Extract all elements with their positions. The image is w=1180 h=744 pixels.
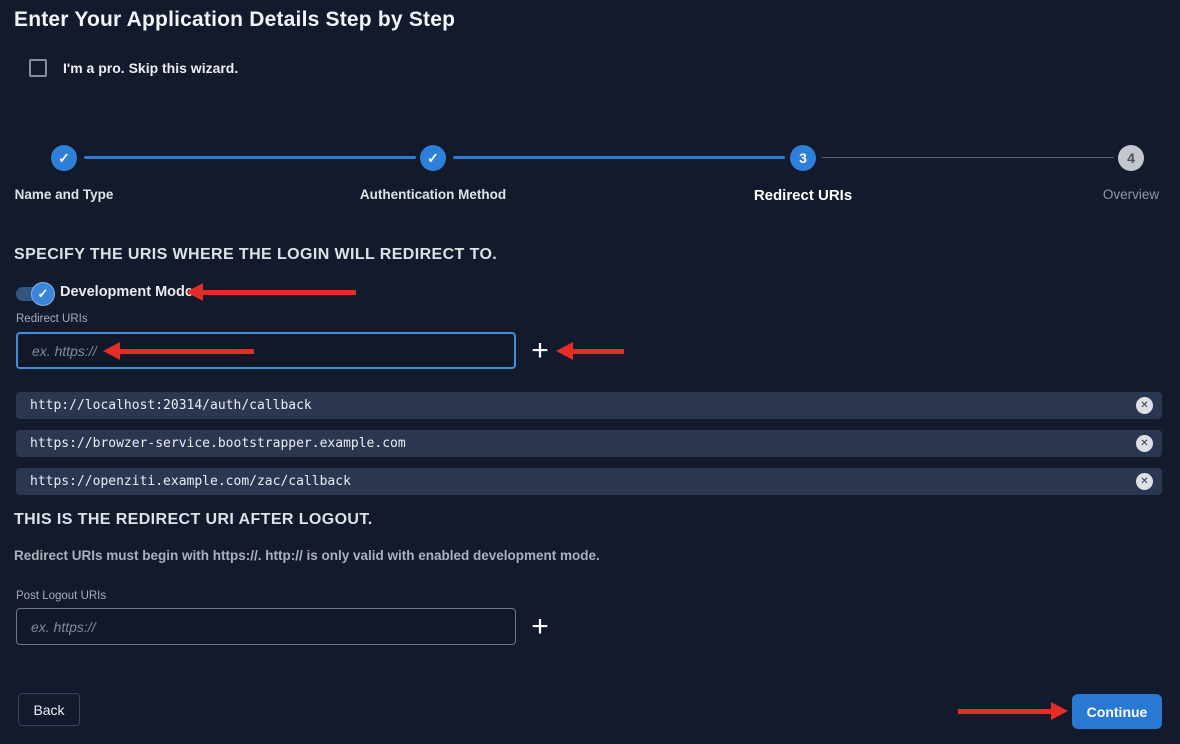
redirect-uris-field-label: Redirect URIs: [16, 313, 88, 325]
application-wizard-page: Enter Your Application Details Step by S…: [0, 0, 1180, 744]
stepper-line-1: [84, 156, 416, 159]
post-logout-uri-input[interactable]: [16, 608, 516, 645]
redirect-uri-chip: https://openziti.example.com/zac/callbac…: [16, 468, 1162, 495]
add-redirect-uri-button[interactable]: +: [527, 336, 553, 366]
logout-section-heading: THIS IS THE REDIRECT URI AFTER LOGOUT.: [14, 511, 373, 529]
redirect-section-heading: SPECIFY THE URIS WHERE THE LOGIN WILL RE…: [14, 246, 497, 264]
close-icon[interactable]: ✕: [1136, 435, 1153, 452]
add-post-logout-uri-button[interactable]: +: [527, 612, 553, 642]
step-3-number: 3: [799, 150, 807, 166]
redirect-uri-chip: https://browzer-service.bootstrapper.exa…: [16, 430, 1162, 457]
step-1-circle: ✓: [51, 145, 77, 171]
redirect-uri-input[interactable]: [16, 332, 516, 369]
plus-icon: +: [531, 334, 549, 367]
step-4-number: 4: [1127, 150, 1135, 166]
continue-button[interactable]: Continue: [1072, 694, 1162, 729]
back-button[interactable]: Back: [18, 693, 80, 726]
annotation-arrow-continue: [958, 702, 1068, 720]
development-mode-toggle[interactable]: ✓: [14, 282, 62, 306]
skip-wizard-label: I'm a pro. Skip this wizard.: [63, 60, 238, 76]
check-icon: ✓: [58, 150, 70, 167]
annotation-arrow-add-button: [556, 342, 624, 360]
close-icon[interactable]: ✕: [1136, 397, 1153, 414]
close-icon[interactable]: ✕: [1136, 473, 1153, 490]
step-2-label: Authentication Method: [360, 187, 506, 202]
redirect-uri-text: http://localhost:20314/auth/callback: [30, 398, 312, 413]
toggle-thumb: ✓: [31, 282, 55, 306]
step-3-label: Redirect URIs: [754, 187, 852, 204]
redirect-uri-hint: Redirect URIs must begin with https://. …: [14, 548, 600, 563]
step-3-circle: 3: [790, 145, 816, 171]
plus-icon: +: [531, 610, 549, 643]
redirect-uri-chip: http://localhost:20314/auth/callback ✕: [16, 392, 1162, 419]
check-icon: ✓: [38, 286, 49, 302]
annotation-arrow-dev-mode: [186, 283, 356, 301]
skip-wizard-row: I'm a pro. Skip this wizard.: [29, 59, 238, 77]
skip-wizard-checkbox[interactable]: [29, 59, 47, 77]
development-mode-label: Development Mode: [60, 284, 193, 300]
post-logout-field-label: Post Logout URIs: [16, 590, 106, 602]
page-title: Enter Your Application Details Step by S…: [14, 8, 455, 32]
step-4-circle: 4: [1118, 145, 1144, 171]
redirect-uri-text: https://browzer-service.bootstrapper.exa…: [30, 436, 406, 451]
stepper-line-3: [822, 157, 1114, 158]
step-2-circle: ✓: [420, 145, 446, 171]
step-1-label: Name and Type: [15, 187, 114, 202]
stepper-line-2: [453, 156, 785, 159]
step-4-label: Overview: [1103, 187, 1159, 202]
redirect-uri-text: https://openziti.example.com/zac/callbac…: [30, 474, 351, 489]
check-icon: ✓: [427, 150, 439, 167]
